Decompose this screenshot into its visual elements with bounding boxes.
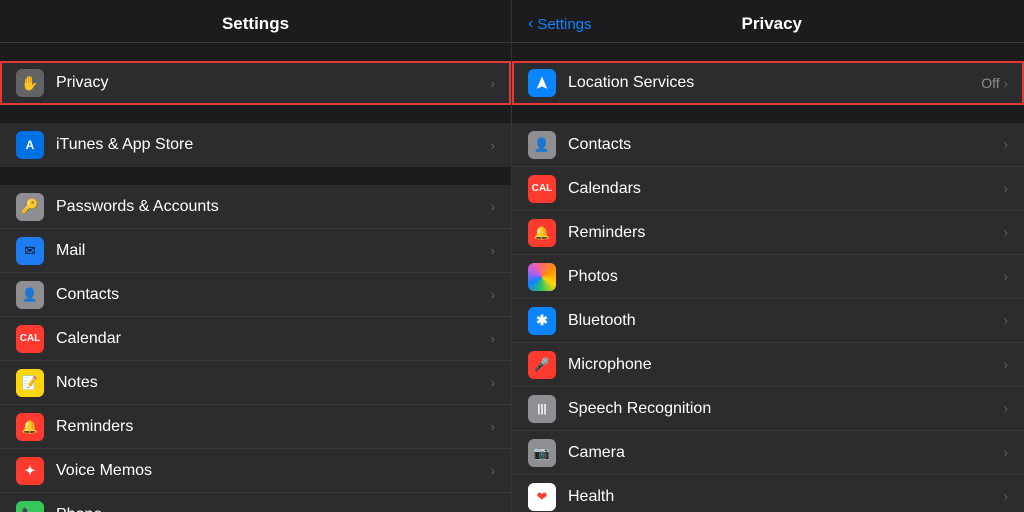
section-apps: 🔑 Passwords & Accounts › ✉ Mail › 👤 Cont…: [0, 185, 511, 512]
photos-item[interactable]: Photos ›: [512, 255, 1024, 299]
contacts2-label: Contacts: [568, 136, 1004, 154]
section-location: Location Services Off ›: [512, 61, 1024, 105]
chevron-icon: ›: [491, 507, 495, 512]
phone-label: Phone: [56, 506, 491, 512]
notes-icon: 📝: [16, 369, 44, 397]
chevron-icon: ›: [491, 331, 495, 346]
location-label: Location Services: [568, 74, 981, 92]
contacts-icon: 👤: [16, 281, 44, 309]
notes-label: Notes: [56, 374, 491, 392]
calendar-item[interactable]: CAL Calendar ›: [0, 317, 511, 361]
passwords-item[interactable]: 🔑 Passwords & Accounts ›: [0, 185, 511, 229]
reminders-item[interactable]: 🔔 Reminders ›: [0, 405, 511, 449]
health-item[interactable]: ❤ Health ›: [512, 475, 1024, 512]
privacy-header: ‹ Settings Privacy: [512, 0, 1024, 43]
contacts2-icon: 👤: [528, 131, 556, 159]
voicememos-label: Voice Memos: [56, 462, 491, 480]
bluetooth-icon: ✱: [528, 307, 556, 335]
chevron-icon: ›: [491, 287, 495, 302]
camera-label: Camera: [568, 444, 1004, 462]
camera-item[interactable]: 📷 Camera ›: [512, 431, 1024, 475]
phone-icon: 📞: [16, 501, 44, 512]
voicememos-icon: ✦: [16, 457, 44, 485]
chevron-icon: ›: [1004, 401, 1008, 416]
chevron-icon: ›: [1004, 137, 1008, 152]
mail-icon: ✉: [16, 237, 44, 265]
calendar-icon: CAL: [16, 325, 44, 353]
settings-header: Settings: [0, 0, 511, 43]
privacy-panel: ‹ Settings Privacy Location Services Off…: [512, 0, 1024, 512]
calendars2-label: Calendars: [568, 180, 1004, 198]
contacts-item[interactable]: 👤 Contacts ›: [0, 273, 511, 317]
chevron-icon: ›: [1004, 489, 1008, 504]
calendars2-icon: CAL: [528, 175, 556, 203]
speech-icon: |||: [528, 395, 556, 423]
mail-label: Mail: [56, 242, 491, 260]
privacy-item[interactable]: ✋ Privacy ›: [0, 61, 511, 105]
privacy-list: Location Services Off › 👤 Contacts › CAL…: [512, 43, 1024, 512]
privacy-title: Privacy: [596, 14, 948, 34]
contacts-label: Contacts: [56, 286, 491, 304]
section-privacy-items: 👤 Contacts › CAL Calendars › 🔔 Reminders…: [512, 123, 1024, 512]
health-icon: ❤: [528, 483, 556, 511]
appstore-label: iTunes & App Store: [56, 136, 491, 154]
location-item[interactable]: Location Services Off ›: [512, 61, 1024, 105]
passwords-icon: 🔑: [16, 193, 44, 221]
speech-label: Speech Recognition: [568, 400, 1004, 418]
chevron-icon: ›: [1004, 269, 1008, 284]
reminders2-icon: 🔔: [528, 219, 556, 247]
contacts2-item[interactable]: 👤 Contacts ›: [512, 123, 1024, 167]
microphone-icon: 🎤: [528, 351, 556, 379]
reminders2-label: Reminders: [568, 224, 1004, 242]
settings-panel: Settings ✋ Privacy › A iTunes & App Stor…: [0, 0, 512, 512]
chevron-icon: ›: [491, 199, 495, 214]
notes-item[interactable]: 📝 Notes ›: [0, 361, 511, 405]
photos-label: Photos: [568, 268, 1004, 286]
bluetooth-label: Bluetooth: [568, 312, 1004, 330]
photos-icon: [528, 263, 556, 291]
section-privacy: ✋ Privacy ›: [0, 61, 511, 105]
privacy-label: Privacy: [56, 74, 491, 92]
reminders2-item[interactable]: 🔔 Reminders ›: [512, 211, 1024, 255]
reminders-label: Reminders: [56, 418, 491, 436]
appstore-icon: A: [16, 131, 44, 159]
reminders-icon: 🔔: [16, 413, 44, 441]
settings-title: Settings: [222, 14, 289, 33]
chevron-icon: ›: [1004, 445, 1008, 460]
camera-icon: 📷: [528, 439, 556, 467]
chevron-icon: ›: [491, 243, 495, 258]
chevron-icon: ›: [1004, 357, 1008, 372]
privacy-icon: ✋: [16, 69, 44, 97]
back-label[interactable]: Settings: [537, 16, 591, 33]
calendars2-item[interactable]: CAL Calendars ›: [512, 167, 1024, 211]
voicememos-item[interactable]: ✦ Voice Memos ›: [0, 449, 511, 493]
settings-list: ✋ Privacy › A iTunes & App Store › 🔑: [0, 43, 511, 512]
location-value: Off: [981, 75, 999, 91]
health-label: Health: [568, 488, 1004, 506]
chevron-icon: ›: [491, 463, 495, 478]
chevron-icon: ›: [1004, 181, 1008, 196]
calendar-label: Calendar: [56, 330, 491, 348]
microphone-label: Microphone: [568, 356, 1004, 374]
chevron-icon: ›: [1004, 313, 1008, 328]
phone-item[interactable]: 📞 Phone ›: [0, 493, 511, 512]
bluetooth-item[interactable]: ✱ Bluetooth ›: [512, 299, 1024, 343]
speech-item[interactable]: ||| Speech Recognition ›: [512, 387, 1024, 431]
mail-item[interactable]: ✉ Mail ›: [0, 229, 511, 273]
appstore-item[interactable]: A iTunes & App Store ›: [0, 123, 511, 167]
chevron-icon: ›: [491, 76, 495, 91]
section-itunes: A iTunes & App Store ›: [0, 123, 511, 167]
back-arrow-icon: ‹: [528, 15, 533, 33]
chevron-icon: ›: [491, 138, 495, 153]
chevron-icon: ›: [491, 419, 495, 434]
microphone-item[interactable]: 🎤 Microphone ›: [512, 343, 1024, 387]
location-icon: [528, 69, 556, 97]
chevron-icon: ›: [1004, 76, 1008, 91]
chevron-icon: ›: [1004, 225, 1008, 240]
passwords-label: Passwords & Accounts: [56, 198, 491, 216]
chevron-icon: ›: [491, 375, 495, 390]
